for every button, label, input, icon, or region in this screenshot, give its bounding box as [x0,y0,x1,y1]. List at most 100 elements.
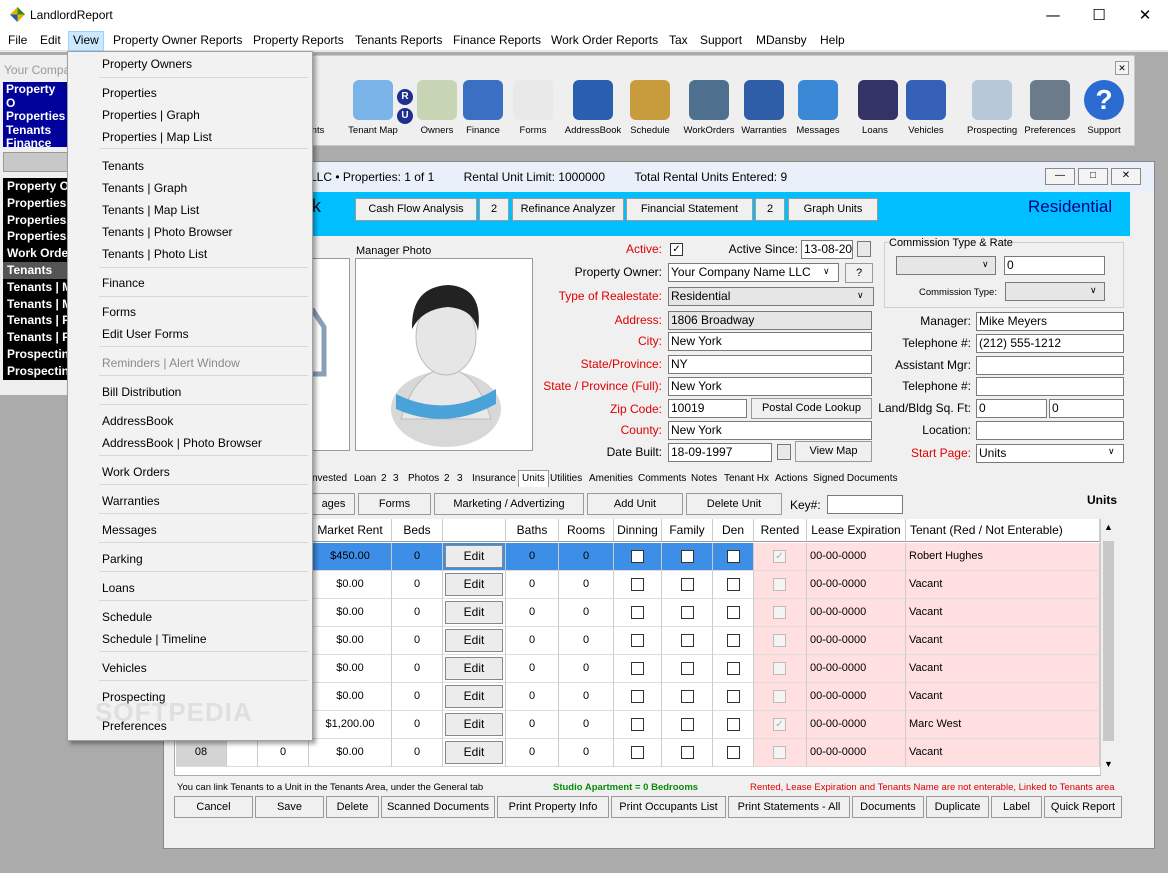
menu-tax[interactable]: Tax [665,31,692,51]
county-field[interactable]: New York [668,421,872,440]
quick-list-item[interactable]: Tenants [3,261,68,279]
refinance-analyzer-button[interactable]: Refinance Analyzer [512,198,624,221]
view-menu-item-tenants-photo-browser[interactable]: Tenants | Photo Browser [102,222,233,242]
market-rent-cell[interactable]: $0.00 [309,683,392,711]
print-property-info-button[interactable]: Print Property Info [497,796,609,818]
grid-scrollbar[interactable]: ▲ ▼ [1100,519,1116,776]
feature-checkbox[interactable] [726,718,740,731]
cash-flow-analysis-button[interactable]: Cash Flow Analysis [355,198,477,221]
feature-checkbox[interactable] [726,662,740,675]
assistant-mgr-field[interactable] [976,356,1124,375]
rooms-cell[interactable]: 0 [559,711,614,739]
edit-unit-button[interactable]: Edit [445,685,503,708]
owner-help-button[interactable]: ? [845,263,873,283]
add-unit-button[interactable]: Add Unit [587,493,683,515]
label-button[interactable]: Label [991,796,1042,818]
baths-cell[interactable]: 0 [506,683,559,711]
baths-cell[interactable]: 0 [506,599,559,627]
tab-3[interactable]: 3 [393,471,399,488]
city-field[interactable]: New York [668,332,872,351]
toolbar-preferences-button[interactable]: Preferences [1023,80,1077,142]
manager-field[interactable]: Mike Meyers [976,312,1124,331]
delete-button[interactable]: Delete [326,796,379,818]
tab-signed-documents[interactable]: Signed Documents [813,471,898,488]
menu-view[interactable]: View [68,31,104,51]
active-checkbox[interactable]: ✓ [670,243,683,256]
view-menu-item-work-orders[interactable]: Work Orders [102,462,170,482]
edit-unit-button[interactable]: Edit [445,741,503,764]
beds-cell[interactable]: 0 [392,739,443,767]
view-menu-item-properties-map-list[interactable]: Properties | Map List [102,127,212,147]
view-menu-item-properties-graph[interactable]: Properties | Graph [102,105,200,125]
column-header[interactable]: Den [713,519,754,542]
feature-checkbox[interactable] [631,634,644,647]
tab-2[interactable]: 2 [444,471,450,488]
scroll-down-icon[interactable]: ▼ [1104,759,1113,769]
state-field[interactable]: NY [668,355,872,374]
view-menu-item-tenants[interactable]: Tenants [102,156,144,176]
beds-cell[interactable]: 0 [392,655,443,683]
feature-checkbox[interactable] [680,550,694,563]
menu-help[interactable]: Help [816,31,849,51]
baths-cell[interactable]: 0 [506,655,559,683]
market-rent-cell[interactable]: $0.00 [309,739,392,767]
baths-cell[interactable]: 0 [506,739,559,767]
tab-photos[interactable]: Photos [408,471,439,488]
view-menu-item-addressbook-photo-browser[interactable]: AddressBook | Photo Browser [102,433,262,453]
child-close-button[interactable]: ✕ [1111,168,1141,185]
menu-property-owner-reports[interactable]: Property Owner Reports [109,31,246,51]
beds-cell[interactable]: 0 [392,711,443,739]
beds-cell[interactable]: 0 [392,599,443,627]
scanned-documents-button[interactable]: Scanned Documents [381,796,495,818]
feature-checkbox[interactable] [680,746,694,759]
land-sqft-field[interactable]: 0 [976,399,1047,418]
cash-flow-2-button[interactable]: 2 [479,198,509,221]
tab-3[interactable]: 3 [457,471,463,488]
feature-checkbox[interactable] [631,690,644,703]
tab-loan[interactable]: Loan [354,471,376,488]
commission-select[interactable] [896,256,996,275]
menu-finance-reports[interactable]: Finance Reports [449,31,545,51]
column-header[interactable]: Market Rent [309,519,392,542]
tab-insurance[interactable]: Insurance [472,471,516,488]
view-menu-item-property-owners[interactable]: Property Owners [102,54,192,74]
edit-unit-button[interactable]: Edit [445,629,503,652]
feature-checkbox[interactable] [680,578,694,591]
property-photo[interactable] [309,258,350,451]
view-menu-item-loans[interactable]: Loans [102,578,135,598]
quick-report-button[interactable]: Quick Report [1044,796,1122,818]
toolbar-forms-button[interactable]: Forms [513,80,553,142]
rooms-cell[interactable]: 0 [559,571,614,599]
units-prev-button[interactable]: ages [312,493,355,515]
date-built-field[interactable]: 18-09-1997 [668,443,772,462]
menu-support[interactable]: Support [696,31,746,51]
key-field[interactable] [827,495,903,514]
telephone-field[interactable]: (212) 555-1212 [976,334,1124,353]
feature-checkbox[interactable] [726,634,740,647]
property-owner-select[interactable]: Your Company Name LLC [668,263,839,282]
minimize-button[interactable]: — [1030,0,1076,31]
beds-cell[interactable]: 0 [392,571,443,599]
beds-cell[interactable]: 0 [392,627,443,655]
quick-list-item[interactable]: Prospectin [3,363,68,380]
beds-cell[interactable]: 0 [392,543,443,571]
assistant-telephone-field[interactable] [976,377,1124,396]
feature-checkbox[interactable] [726,606,740,619]
toolbar-vehicles-button[interactable]: Vehicles [901,80,951,142]
feature-checkbox[interactable] [631,606,644,619]
quick-list-item[interactable]: Properties [3,195,68,212]
menu-edit[interactable]: Edit [36,31,65,51]
edit-unit-button[interactable]: Edit [445,713,503,736]
column-header[interactable]: Lease Expiration [807,519,906,542]
column-header[interactable]: Family [662,519,713,542]
toolbar-close-icon[interactable]: ✕ [1115,61,1129,75]
commission-rate-field[interactable]: 0 [1004,256,1105,275]
toolbar-addressbook-button[interactable]: AddressBook [563,80,623,142]
unit-prev-cell[interactable]: 0 [258,739,309,767]
feature-checkbox[interactable] [680,606,694,619]
type-select[interactable]: Residential [668,287,874,306]
feature-checkbox[interactable] [680,718,694,731]
quick-list-item[interactable]: Tenants [6,123,65,138]
feature-checkbox[interactable] [726,550,740,563]
feature-checkbox[interactable] [726,690,740,703]
